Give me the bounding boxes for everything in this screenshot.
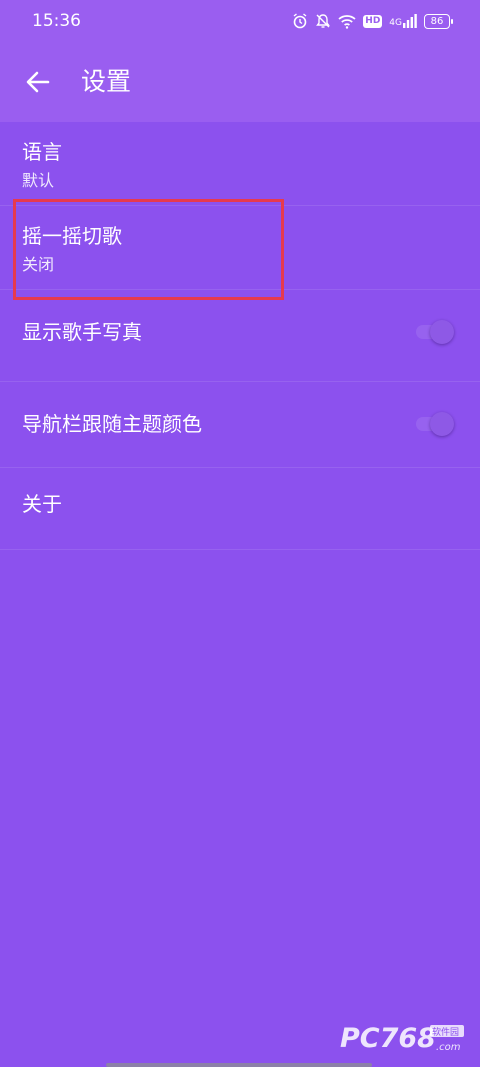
signal-indicator: 4G — [389, 14, 417, 28]
setting-language[interactable]: 语言 默认 — [0, 122, 480, 206]
network-type-label: 4G — [389, 18, 402, 28]
singer-photo-toggle[interactable] — [414, 320, 454, 344]
arrow-back-icon — [26, 71, 50, 93]
hd-icon: HD — [363, 14, 383, 28]
page-title: 设置 — [81, 67, 132, 96]
highlight-box — [13, 199, 284, 300]
signal-icon — [403, 14, 417, 28]
status-bar: 15:36 HD 4G 86 — [0, 0, 480, 42]
alarm-icon — [293, 13, 307, 29]
setting-singer-photo[interactable]: 显示歌手写真 — [0, 290, 480, 382]
back-button[interactable] — [18, 62, 58, 102]
svg-text:.com: .com — [436, 1042, 461, 1053]
wifi-icon — [338, 14, 356, 29]
app-bar: 设置 — [0, 42, 480, 122]
setting-language-value: 默认 — [22, 171, 55, 190]
status-icons: HD 4G 86 — [292, 11, 453, 31]
pc768-logo: PC768 软件园 .com — [340, 1023, 464, 1054]
toggle-thumb — [430, 320, 454, 344]
status-time: 15:36 — [32, 11, 81, 31]
setting-about-title: 关于 — [22, 492, 62, 516]
setting-navbar-color[interactable]: 导航栏跟随主题颜色 — [0, 382, 480, 468]
svg-text:软件园: 软件园 — [432, 1026, 459, 1038]
setting-language-title: 语言 — [22, 140, 62, 164]
toggle-thumb — [430, 412, 454, 436]
navbar-color-toggle[interactable] — [414, 412, 454, 436]
watermark-logo: PC768 软件园 .com — [340, 1021, 466, 1055]
setting-navbar-color-title: 导航栏跟随主题颜色 — [22, 412, 202, 436]
svg-text:PC768: PC768 — [340, 1023, 436, 1054]
settings-list: 语言 默认 摇一摇切歌 关闭 显示歌手写真 导航栏跟随主题颜色 关于 — [0, 122, 480, 550]
home-indicator[interactable] — [106, 1063, 372, 1067]
setting-singer-photo-title: 显示歌手写真 — [22, 320, 142, 344]
battery-icon: 86 — [424, 13, 453, 29]
setting-about[interactable]: 关于 — [0, 468, 480, 550]
mute-icon — [316, 14, 331, 28]
